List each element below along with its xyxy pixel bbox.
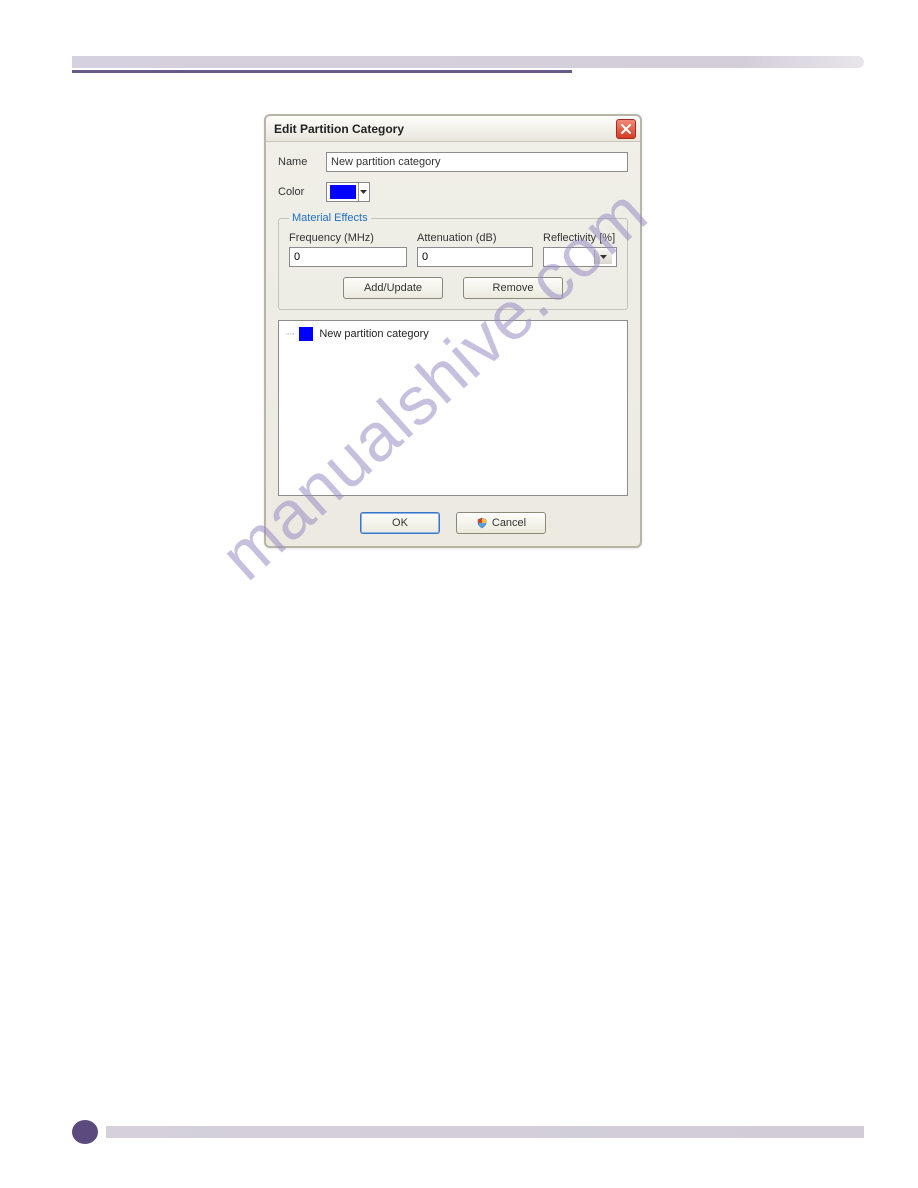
list-item[interactable]: ····· New partition category — [285, 325, 621, 343]
color-row: Color — [278, 182, 628, 202]
material-effects-columns: Frequency (MHz) Attenuation (dB) Reflect… — [289, 232, 617, 267]
page-footer-bar — [106, 1126, 864, 1138]
category-list[interactable]: ····· New partition category — [278, 320, 628, 496]
material-effects-buttons: Add/Update Remove — [289, 277, 617, 299]
color-picker[interactable] — [326, 182, 370, 202]
page-footer-bullet — [72, 1120, 98, 1144]
cancel-label: Cancel — [492, 517, 526, 529]
material-effects-legend: Material Effects — [289, 212, 371, 224]
dialog-title: Edit Partition Category — [274, 122, 404, 136]
shield-icon — [476, 517, 488, 529]
page-header-underline — [72, 70, 572, 73]
close-button[interactable] — [616, 119, 636, 139]
edit-partition-category-dialog: Edit Partition Category Name Color Mater… — [264, 114, 642, 548]
reflectivity-column: Reflectivity [%] — [543, 232, 617, 267]
reflectivity-label: Reflectivity [%] — [543, 232, 617, 244]
remove-label: Remove — [493, 282, 534, 294]
list-item-label: New partition category — [319, 328, 428, 340]
reflectivity-value — [548, 250, 594, 264]
frequency-input[interactable] — [289, 247, 407, 267]
frequency-label: Frequency (MHz) — [289, 232, 407, 244]
cancel-button[interactable]: Cancel — [456, 512, 546, 534]
close-icon — [620, 123, 632, 135]
dialog-titlebar: Edit Partition Category — [266, 116, 640, 142]
chevron-down-icon — [594, 250, 612, 264]
dropdown-arrow-icon — [358, 183, 368, 201]
material-effects-group: Material Effects Frequency (MHz) Attenua… — [278, 212, 628, 310]
color-swatch — [330, 185, 356, 199]
name-label: Name — [278, 156, 326, 168]
dialog-footer-buttons: OK Cancel — [278, 512, 628, 534]
item-color-swatch — [299, 327, 313, 341]
color-label: Color — [278, 186, 326, 198]
attenuation-input[interactable] — [417, 247, 533, 267]
dialog-body: Name Color Material Effects Frequency (M… — [266, 142, 640, 546]
frequency-column: Frequency (MHz) — [289, 232, 407, 267]
ok-label: OK — [392, 517, 408, 529]
name-row: Name — [278, 152, 628, 172]
tree-connector-icon: ····· — [285, 328, 293, 340]
remove-button[interactable]: Remove — [463, 277, 563, 299]
add-update-button[interactable]: Add/Update — [343, 277, 443, 299]
add-update-label: Add/Update — [364, 282, 422, 294]
attenuation-column: Attenuation (dB) — [417, 232, 533, 267]
reflectivity-combo[interactable] — [543, 247, 617, 267]
ok-button[interactable]: OK — [360, 512, 440, 534]
name-input[interactable] — [326, 152, 628, 172]
page-header-bar — [72, 56, 864, 68]
attenuation-label: Attenuation (dB) — [417, 232, 533, 244]
